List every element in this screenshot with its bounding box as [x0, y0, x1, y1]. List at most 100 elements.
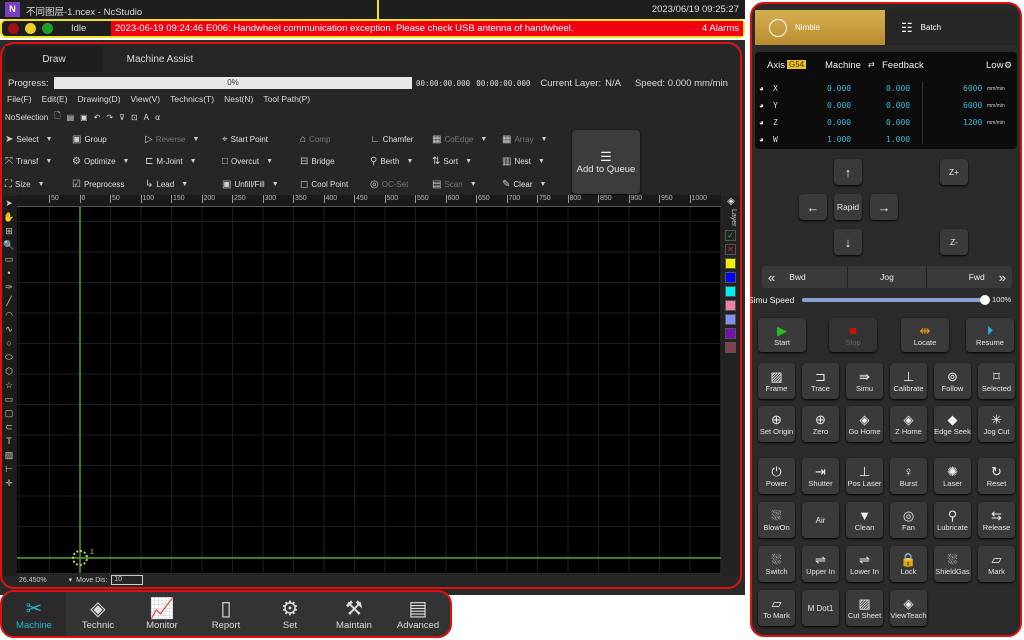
polygon-tool-icon[interactable]: ⬡: [3, 364, 15, 378]
mode-tab-nimble[interactable]: Nimble: [755, 10, 885, 45]
tool-reverse[interactable]: ▷ Reverse ▼: [145, 134, 199, 145]
zero-button[interactable]: ⊕ Zero: [802, 406, 839, 442]
clean-button[interactable]: ▼ Clean: [846, 502, 883, 538]
jog-up-button[interactable]: ↑: [834, 159, 862, 185]
image-tool-icon[interactable]: ▨: [3, 448, 15, 462]
jog-mode-button[interactable]: Jog: [848, 266, 928, 288]
layer-check-icon[interactable]: ✓: [725, 229, 736, 241]
z-home-button[interactable]: ◈ Z Home: [890, 406, 927, 442]
go-home-button[interactable]: ◈ Go Home: [846, 406, 883, 442]
dropdown-caret-icon[interactable]: ▼: [190, 158, 197, 165]
ruler-tool-icon[interactable]: ▭: [3, 252, 15, 266]
arc-tool-icon[interactable]: ◠: [3, 308, 15, 322]
nav-monitor[interactable]: 📈 Monitor: [130, 592, 194, 636]
speed-mode[interactable]: Low: [986, 60, 1003, 71]
axis-home-icon[interactable]: ◕: [759, 135, 764, 144]
release-button[interactable]: ⇆ Release: [978, 502, 1015, 538]
font-icon[interactable]: A: [144, 113, 149, 122]
add-to-queue-button[interactable]: ☰ Add to Queue: [572, 130, 640, 194]
tab-machine-assist[interactable]: Machine Assist: [105, 46, 215, 72]
wcs-badge[interactable]: G54: [787, 60, 807, 69]
layer-color-swatch[interactable]: [725, 299, 736, 311]
tool-lead[interactable]: ↳ Lead ▼: [145, 179, 188, 190]
dropdown-caret-icon[interactable]: ▼: [38, 181, 45, 188]
save-icon[interactable]: ▣: [80, 113, 88, 122]
reset-button[interactable]: ↻ Reset: [978, 458, 1015, 494]
curve-tool-icon[interactable]: ∿: [3, 322, 15, 336]
layer-color-swatch[interactable]: [725, 327, 736, 339]
redo-icon[interactable]: ↷: [106, 113, 113, 122]
to-mark-button[interactable]: ▱ To Mark: [758, 590, 795, 626]
layer-color-swatch[interactable]: [725, 313, 736, 325]
dropdown-caret-icon[interactable]: ▼: [46, 136, 53, 143]
tool-size[interactable]: ⛶ Size ▼: [5, 179, 45, 190]
nav-set[interactable]: ⚙ Set: [258, 592, 322, 636]
pos-laser-button[interactable]: ⊥ Pos Laser: [846, 458, 883, 494]
menu-edit[interactable]: Edit(E): [42, 94, 68, 104]
tool-overcut[interactable]: □ Overcut ▼: [222, 156, 273, 167]
new-file-icon[interactable]: 🗋: [54, 110, 60, 124]
frame-button[interactable]: ▨ Frame: [758, 363, 795, 399]
dropdown-caret-icon[interactable]: ▼: [465, 158, 472, 165]
tool-unfill-fill[interactable]: ▣ Unfill/Fill ▼: [222, 179, 279, 190]
axis-home-icon[interactable]: ◕: [759, 84, 764, 93]
m-dot1-button[interactable]: M Dot1: [802, 590, 839, 626]
tool-transf[interactable]: ⤧ Transf ▼: [5, 156, 52, 167]
mark-button[interactable]: ▱ Mark: [978, 546, 1015, 582]
slider-handle[interactable]: [980, 295, 990, 305]
blowon-button[interactable]: ⛆ BlowOn: [758, 502, 795, 538]
layer-color-swatch[interactable]: [725, 341, 736, 353]
axis-home-icon[interactable]: ◕: [759, 118, 764, 127]
ellipse-tool-icon[interactable]: ⬭: [3, 350, 15, 364]
tool-chamfer[interactable]: ∟ Chamfer: [370, 134, 413, 145]
layer-color-swatch[interactable]: [725, 257, 736, 269]
jog-left-button[interactable]: ←: [799, 194, 827, 220]
selected-button[interactable]: ⌑ Selected: [978, 363, 1015, 399]
simu-button[interactable]: ⇛ Simu: [846, 363, 883, 399]
dropdown-caret-icon[interactable]: ▼: [540, 181, 547, 188]
dropdown-caret-icon[interactable]: ▼: [123, 158, 130, 165]
layer-color-swatch[interactable]: [725, 285, 736, 297]
burst-button[interactable]: ♀ Burst: [890, 458, 927, 494]
dropdown-caret-icon[interactable]: ▼: [266, 158, 273, 165]
tool-group[interactable]: ▣ Group: [72, 134, 107, 145]
axis-home-icon[interactable]: ◕: [759, 101, 764, 110]
cross-tool-icon[interactable]: ✛: [3, 476, 15, 490]
tool-bridge[interactable]: ⊟ Bridge: [300, 156, 335, 167]
stop-button[interactable]: ■ Stop: [829, 318, 877, 352]
dropdown-caret-icon[interactable]: ▼: [470, 181, 477, 188]
tool-coedge[interactable]: ▦ CoEdge ▼: [432, 134, 487, 145]
tool-clear[interactable]: ✎ Clear ▼: [502, 179, 546, 190]
tool-start-point[interactable]: ⌖ Start Point: [222, 134, 268, 145]
rounded-rect-tool-icon[interactable]: ▢: [3, 406, 15, 420]
star-tool-icon[interactable]: ☆: [3, 378, 15, 392]
point-tool-icon[interactable]: •: [3, 266, 15, 280]
mode-tab-batch[interactable]: ☷ Batch: [885, 10, 1017, 45]
tool-array[interactable]: ▦ Array ▼: [502, 134, 548, 145]
jog-down-button[interactable]: ↓: [834, 229, 862, 255]
alarm-count[interactable]: 4 Alarms: [702, 23, 739, 34]
follow-button[interactable]: ⊚ Follow: [934, 363, 971, 399]
lock-button[interactable]: 🔒 Lock: [890, 546, 927, 582]
nav-maintain[interactable]: ⚒ Maintain: [322, 592, 386, 636]
zoom-fit-tool-icon[interactable]: ⊞: [3, 224, 15, 238]
dropdown-caret-icon[interactable]: ▼: [406, 158, 413, 165]
dropdown-caret-icon[interactable]: ▼: [541, 136, 548, 143]
power-button[interactable]: ⏻ Power: [758, 458, 795, 494]
z-minus-button[interactable]: Z-: [940, 229, 968, 255]
resume-button[interactable]: ⏵ Resume: [966, 318, 1014, 352]
dropdown-caret-icon[interactable]: ▼: [45, 158, 52, 165]
tool-oc-set[interactable]: ◎ OC-Set: [370, 179, 408, 190]
nav-report[interactable]: ▯ Report: [194, 592, 258, 636]
dropdown-caret-icon[interactable]: ▼: [480, 136, 487, 143]
laser-button[interactable]: ✺ Laser: [934, 458, 971, 494]
settings-gear-icon[interactable]: ⚙: [1004, 60, 1012, 71]
pointer-tool-icon[interactable]: ➤: [3, 196, 15, 210]
z-plus-button[interactable]: Z+: [940, 159, 968, 185]
tool-cool-point[interactable]: ◻ Cool Point: [300, 179, 348, 190]
jog-right-button[interactable]: →: [870, 194, 898, 220]
upper-in-button[interactable]: ⇌ Upper In: [802, 546, 839, 582]
tool-sort[interactable]: ⇅ Sort ▼: [432, 156, 472, 167]
bwd-button[interactable]: « Bwd: [762, 266, 848, 288]
zoom-tool-icon[interactable]: 🔍: [3, 238, 15, 252]
